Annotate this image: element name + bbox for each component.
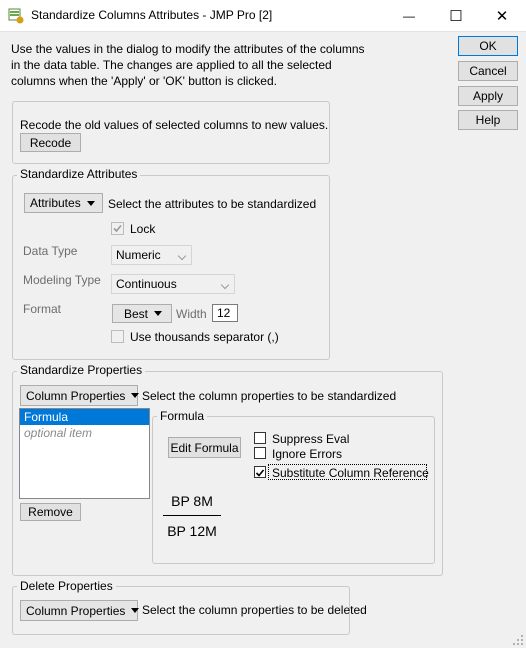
chevron-down-icon xyxy=(177,251,187,261)
close-icon: ✕ xyxy=(495,7,509,25)
remove-button[interactable]: Remove xyxy=(20,503,81,521)
suppress-eval-label: Suppress Eval xyxy=(272,432,350,446)
close-button[interactable]: ✕ xyxy=(479,0,525,31)
chevron-down-icon xyxy=(131,608,140,613)
modeling-type-value: Continuous xyxy=(116,277,177,291)
data-type-select[interactable]: Numeric xyxy=(111,245,192,265)
cancel-button[interactable]: Cancel xyxy=(458,61,518,81)
resize-grip-icon[interactable] xyxy=(512,634,524,646)
fraction-bar xyxy=(163,515,221,516)
maximize-button[interactable]: ☐ xyxy=(433,0,479,31)
chevron-down-icon xyxy=(131,393,140,398)
column-properties-hint: Select the column properties to be stand… xyxy=(142,389,397,403)
list-item[interactable]: optional item xyxy=(20,425,149,441)
thousands-separator-label: Use thousands separator (,) xyxy=(130,330,279,344)
delete-properties-legend: Delete Properties xyxy=(17,579,116,593)
minimize-icon: — xyxy=(403,8,415,23)
formula-numerator: BP 8M xyxy=(171,493,213,509)
window-title: Standardize Columns Attributes - JMP Pro… xyxy=(31,8,273,22)
format-value: Best xyxy=(124,306,149,321)
recode-description: Recode the old values of selected column… xyxy=(20,118,329,132)
delete-properties-dropdown[interactable]: Column Properties xyxy=(20,600,140,621)
modeling-type-label: Modeling Type xyxy=(23,273,101,287)
attributes-dropdown[interactable]: Attributes xyxy=(24,193,103,213)
lock-checkbox[interactable] xyxy=(111,222,124,235)
intro-text-line-1: Use the values in the dialog to modify t… xyxy=(11,42,365,56)
chevron-down-icon xyxy=(154,311,163,316)
list-item[interactable]: Formula xyxy=(20,409,149,425)
chevron-down-icon xyxy=(86,200,95,206)
standardize-properties-legend: Standardize Properties xyxy=(17,363,146,377)
delete-properties-hint: Select the column properties to be delet… xyxy=(142,603,367,617)
width-label: Width xyxy=(176,307,207,321)
substitute-column-reference-checkbox[interactable] xyxy=(254,466,266,478)
chevron-down-icon xyxy=(220,280,230,290)
width-input[interactable]: 12 xyxy=(212,304,238,322)
attributes-dropdown-label: Attributes xyxy=(30,196,81,210)
help-button[interactable]: Help xyxy=(458,110,518,130)
ok-button[interactable]: OK xyxy=(458,36,518,56)
column-properties-dropdown[interactable]: Column Properties xyxy=(20,385,140,406)
intro-text-line-2: in the data table. The changes are appli… xyxy=(11,58,332,72)
attributes-hint: Select the attributes to be standardized xyxy=(108,197,317,211)
substitute-column-reference-label: Substitute Column Reference xyxy=(272,466,429,480)
checkmark-icon xyxy=(255,469,265,477)
ignore-errors-checkbox[interactable] xyxy=(254,447,266,459)
apply-button[interactable]: Apply xyxy=(458,86,518,106)
column-properties-dropdown-label: Column Properties xyxy=(26,388,126,403)
formula-legend: Formula xyxy=(157,409,208,423)
edit-formula-button[interactable]: Edit Formula xyxy=(168,437,241,458)
recode-button[interactable]: Recode xyxy=(20,133,81,152)
data-type-label: Data Type xyxy=(23,244,78,258)
property-list[interactable]: Formula optional item xyxy=(19,408,150,499)
intro-text-line-3: columns when the 'Apply' or 'OK' button … xyxy=(11,74,277,88)
delete-properties-dropdown-label: Column Properties xyxy=(26,603,126,618)
modeling-type-select[interactable]: Continuous xyxy=(111,274,235,294)
suppress-eval-checkbox[interactable] xyxy=(254,432,266,444)
format-dropdown[interactable]: Best xyxy=(112,304,172,323)
jmp-app-icon xyxy=(8,8,24,24)
standardize-attributes-legend: Standardize Attributes xyxy=(17,167,141,181)
data-type-value: Numeric xyxy=(116,248,161,262)
formula-denominator: BP 12M xyxy=(167,523,217,539)
lock-label: Lock xyxy=(130,222,156,236)
checkmark-icon xyxy=(113,224,122,233)
maximize-icon: ☐ xyxy=(449,7,463,25)
format-label: Format xyxy=(23,302,62,316)
ignore-errors-label: Ignore Errors xyxy=(272,447,343,461)
minimize-button[interactable]: — xyxy=(386,0,432,31)
thousands-separator-checkbox[interactable] xyxy=(111,330,124,343)
